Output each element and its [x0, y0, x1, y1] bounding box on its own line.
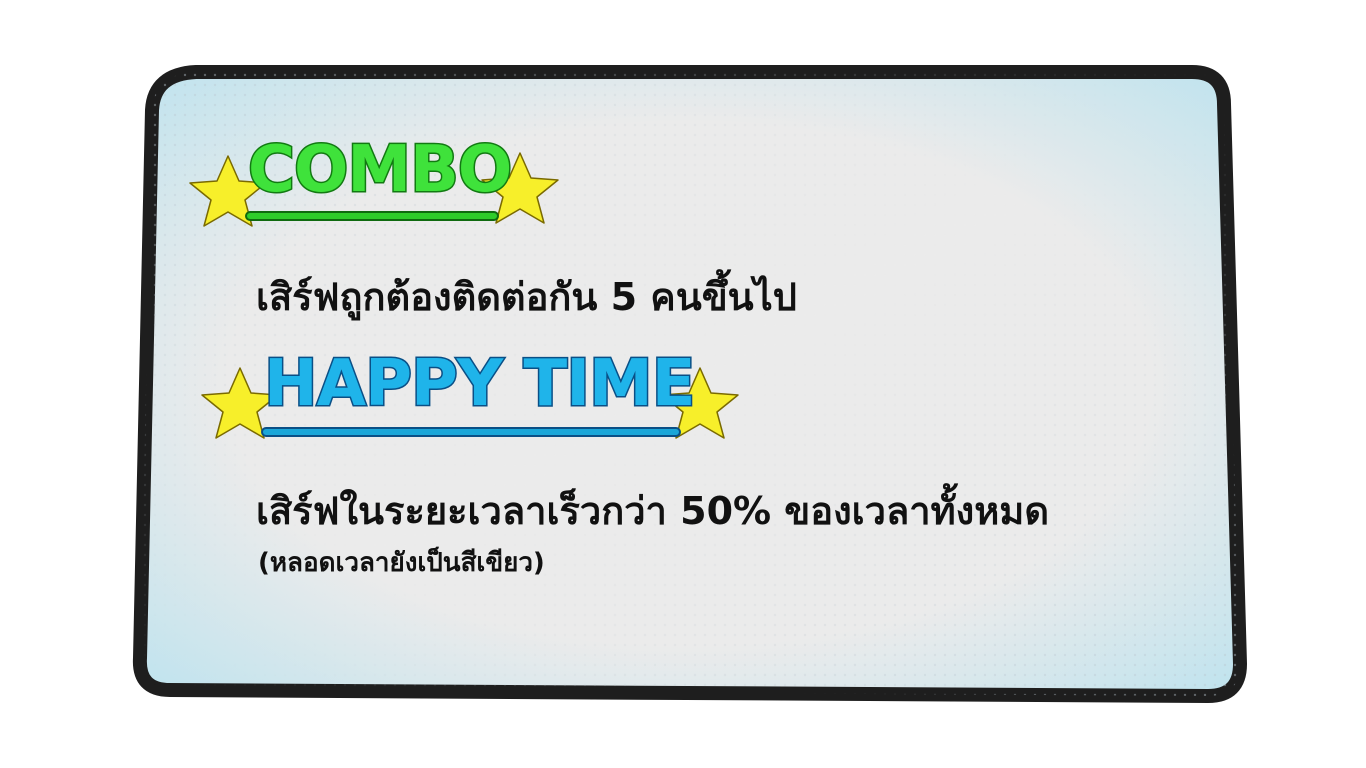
happy-time-underline — [261, 427, 681, 437]
happy-time-note: (หลอดเวลายังเป็นสีเขียว) — [258, 548, 545, 578]
combo-title: COMBO — [246, 133, 513, 207]
combo-description: เสิร์ฟถูกต้องติดต่อกัน 5 คนขึ้นไป — [256, 275, 797, 319]
happy-time-title: HAPPY TIME — [262, 347, 696, 421]
rules-panel-screen: COMBO เสิร์ฟถูกต้องติดต่อกัน 5 คนขึ้นไป … — [0, 0, 1366, 768]
combo-underline — [245, 211, 499, 221]
happy-time-description: เสิร์ฟในระยะเวลาเร็วกว่า 50% ของเวลาทั้ง… — [256, 489, 1049, 533]
